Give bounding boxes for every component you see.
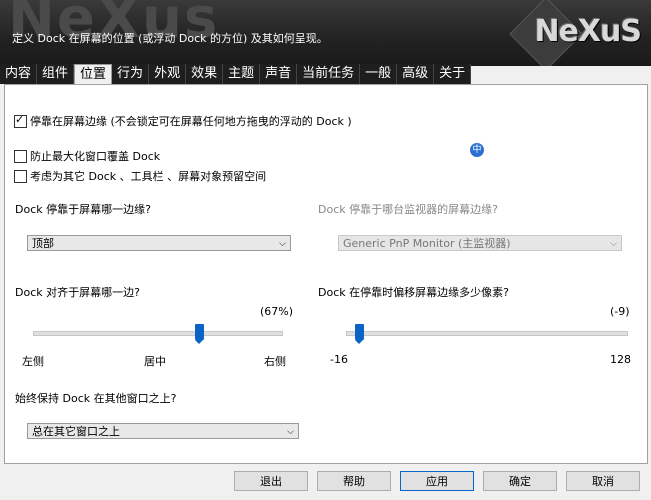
align-left-label: 左侧 xyxy=(22,355,44,368)
nexus-logo: NeXuS xyxy=(534,14,642,49)
offset-slider-thumb[interactable] xyxy=(355,324,365,344)
tab-10[interactable]: 高级 xyxy=(397,64,435,84)
dock-edge-checkbox[interactable] xyxy=(14,113,27,128)
tab-8[interactable]: 当前任务 xyxy=(297,64,361,84)
ontop-select-value: 总在其它窗口之上 xyxy=(32,425,120,438)
monitor-select: Generic PnP Monitor (主监视器) ⌵ xyxy=(338,235,622,251)
page-subtitle: 定义 Dock 在屏幕的位置 (或浮动 Dock 的方位) 及其如何呈现。 xyxy=(12,32,328,45)
tab-6[interactable]: 主题 xyxy=(223,64,261,84)
tab-0[interactable]: 内容 xyxy=(0,64,38,84)
prevent-maximize-label: 防止最大化窗口覆盖 Dock xyxy=(30,150,161,163)
tab-1[interactable]: 组件 xyxy=(37,64,75,84)
apply-button[interactable]: 应用 xyxy=(400,471,474,491)
align-label: Dock 对齐于屏幕哪一边? xyxy=(15,286,140,299)
help-button[interactable]: 帮助 xyxy=(317,471,391,491)
tab-4[interactable]: 外观 xyxy=(149,64,187,84)
dock-edge-option[interactable]: 停靠在屏幕边缘 (不会锁定可在屏幕任何地方拖曳的浮动的 Dock ) xyxy=(14,113,352,129)
ontop-label: 始终保持 Dock 在其他窗口之上? xyxy=(15,392,177,405)
align-center-label: 居中 xyxy=(144,355,166,368)
reserve-space-checkbox[interactable] xyxy=(14,169,27,183)
monitor-label: Dock 停靠于哪台监视器的屏幕边缘? xyxy=(318,203,498,216)
align-slider-track[interactable] xyxy=(33,331,283,336)
ok-button[interactable]: 确定 xyxy=(483,471,557,491)
chevron-down-icon: ⌵ xyxy=(279,239,286,249)
ime-indicator-icon[interactable]: 中 xyxy=(470,143,484,157)
offset-slider-track[interactable] xyxy=(346,331,628,336)
ontop-select[interactable]: 总在其它窗口之上 ⌵ xyxy=(27,423,299,439)
monitor-select-value: Generic PnP Monitor (主监视器) xyxy=(343,237,511,250)
position-settings-panel: 停靠在屏幕边缘 (不会锁定可在屏幕任何地方拖曳的浮动的 Dock ) 防止最大化… xyxy=(4,84,648,464)
edge-label: Dock 停靠于屏幕哪一边缘? xyxy=(15,203,151,216)
align-value-text: (67%) xyxy=(260,305,294,318)
reserve-space-option[interactable]: 考虑为其它 Dock 、工具栏 、屏幕对象预留空间 xyxy=(14,168,266,184)
tab-11[interactable]: 关于 xyxy=(434,64,472,84)
tab-9[interactable]: 一般 xyxy=(360,64,398,84)
offset-label: Dock 在停靠时偏移屏幕边缘多少像素? xyxy=(318,286,509,299)
tab-3[interactable]: 行为 xyxy=(112,64,150,84)
chevron-down-icon: ⌵ xyxy=(287,427,294,437)
prevent-maximize-checkbox[interactable] xyxy=(14,149,27,163)
offset-value-text: (-9) xyxy=(610,305,630,318)
align-right-label: 右侧 xyxy=(264,355,286,368)
edge-select-value: 顶部 xyxy=(32,237,54,250)
reserve-space-label: 考虑为其它 Dock 、工具栏 、屏幕对象预留空间 xyxy=(30,170,267,183)
tab-bar: 内容 组件 位置 行为 外观 效果 主题 声音 当前任务 一般 高级 关于 xyxy=(0,64,651,86)
tab-2[interactable]: 位置 xyxy=(74,64,113,86)
exit-button[interactable]: 退出 xyxy=(234,471,308,491)
chevron-down-icon: ⌵ xyxy=(610,239,617,249)
tab-7[interactable]: 声音 xyxy=(260,64,298,84)
align-slider-thumb[interactable] xyxy=(194,324,204,344)
header-banner: NeXus 定义 Dock 在屏幕的位置 (或浮动 Dock 的方位) 及其如何… xyxy=(0,0,651,66)
tab-5[interactable]: 效果 xyxy=(186,64,224,84)
offset-max-label: 128 xyxy=(610,353,631,366)
offset-min-label: -16 xyxy=(330,353,348,366)
dock-edge-label: 停靠在屏幕边缘 (不会锁定可在屏幕任何地方拖曳的浮动的 Dock ) xyxy=(30,115,352,128)
cancel-button[interactable]: 取消 xyxy=(566,471,640,491)
edge-select[interactable]: 顶部 ⌵ xyxy=(27,235,291,251)
prevent-maximize-option[interactable]: 防止最大化窗口覆盖 Dock xyxy=(14,148,160,164)
